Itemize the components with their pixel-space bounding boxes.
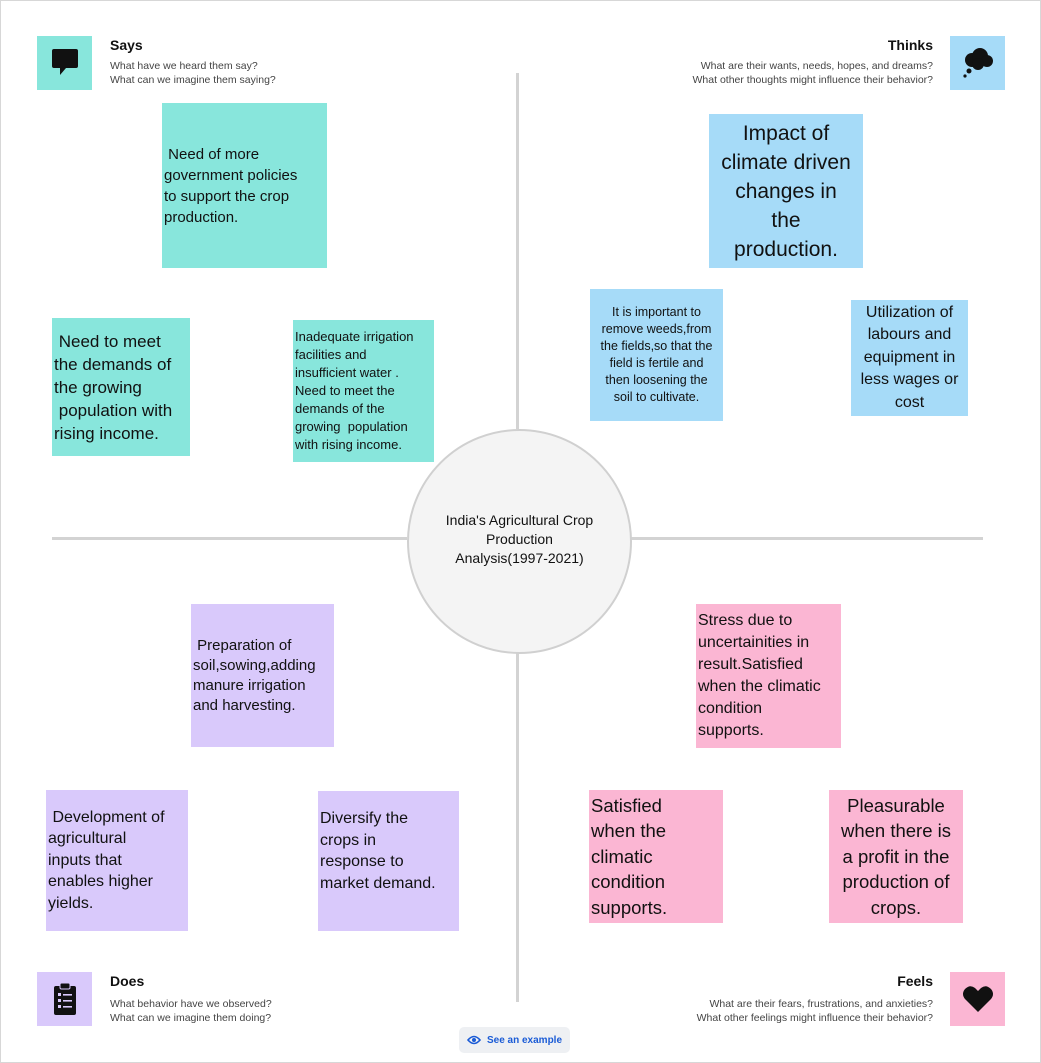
sticky-note-text: Preparation of soil,sowing,adding manure… xyxy=(193,636,316,714)
sticky-note-text: Diversify the crops in response to marke… xyxy=(320,810,436,892)
sticky-note-says-2[interactable]: Need to meet the demands of the growing … xyxy=(52,318,190,456)
heart-icon xyxy=(962,986,993,1012)
sticky-note-text: Pleasurable when there is a profit in th… xyxy=(840,794,952,918)
vertical-axis-top xyxy=(516,73,519,429)
sticky-note-does-1[interactable]: Preparation of soil,sowing,adding manure… xyxy=(191,604,334,747)
does-icon-tile xyxy=(37,972,92,1026)
sticky-note-text: Need to meet the demands of the growing … xyxy=(54,331,173,443)
sticky-note-feels-1[interactable]: Stress due to uncertainities in result.S… xyxy=(696,604,841,748)
sticky-note-text: Utilization of labours and equipment in … xyxy=(860,303,959,411)
center-circle[interactable]: India's Agricultural Crop Production Ana… xyxy=(407,429,632,654)
sticky-note-thinks-2[interactable]: It is important to remove weeds,from the… xyxy=(590,289,723,421)
sticky-note-thinks-1[interactable]: Impact of climate driven changes in the … xyxy=(709,114,863,268)
sticky-note-thinks-3[interactable]: Utilization of labours and equipment in … xyxy=(851,300,968,416)
says-title: Says xyxy=(110,37,143,53)
says-icon-tile xyxy=(37,36,92,90)
sticky-note-says-1[interactable]: Need of more government policies to supp… xyxy=(162,103,327,268)
horizontal-axis-left xyxy=(52,537,407,540)
sticky-note-text: Development of agricultural inputs that … xyxy=(48,808,165,912)
horizontal-axis-right xyxy=(628,537,983,540)
sticky-note-text: Inadequate irrigation facilities and ins… xyxy=(295,329,414,452)
thinks-title: Thinks xyxy=(887,37,933,53)
center-title: India's Agricultural Crop Production Ana… xyxy=(445,512,594,566)
clipboard-icon xyxy=(53,982,76,1015)
sticky-note-text: Impact of climate driven changes in the … xyxy=(721,121,851,261)
feels-title: Feels xyxy=(897,973,933,989)
vertical-axis-bottom xyxy=(516,650,519,1002)
sticky-note-text: Stress due to uncertainities in result.S… xyxy=(698,612,821,739)
sticky-note-feels-2[interactable]: Satisfied when the climatic condition su… xyxy=(589,790,723,923)
sticky-note-text: It is important to remove weeds,from the… xyxy=(600,305,713,404)
thought-cloud-icon xyxy=(962,48,993,78)
does-title: Does xyxy=(110,973,145,989)
eye-icon xyxy=(466,1035,481,1045)
does-subtitle: What behavior have we observed? What can… xyxy=(110,998,272,1024)
feels-icon-tile xyxy=(950,972,1005,1026)
thinks-subtitle: What are their wants, needs, hopes, and … xyxy=(692,60,933,86)
see-example-button[interactable]: See an example xyxy=(459,1027,570,1053)
speech-bubble-icon xyxy=(51,49,78,75)
sticky-note-does-2[interactable]: Development of agricultural inputs that … xyxy=(46,790,188,931)
sticky-note-text: Need of more government policies to supp… xyxy=(164,145,298,226)
thinks-icon-tile xyxy=(950,36,1005,90)
sticky-note-does-3[interactable]: Diversify the crops in response to marke… xyxy=(318,791,459,931)
see-example-label: See an example xyxy=(486,1034,563,1046)
sticky-note-text: Satisfied when the climatic condition su… xyxy=(591,794,668,918)
feels-subtitle: What are their fears, frustrations, and … xyxy=(696,998,933,1024)
sticky-note-feels-3[interactable]: Pleasurable when there is a profit in th… xyxy=(829,790,963,923)
sticky-note-says-3[interactable]: Inadequate irrigation facilities and ins… xyxy=(293,320,434,462)
says-subtitle: What have we heard them say? What can we… xyxy=(110,60,276,86)
